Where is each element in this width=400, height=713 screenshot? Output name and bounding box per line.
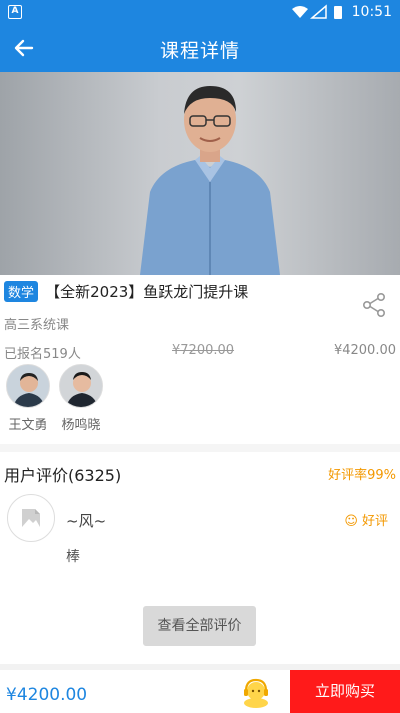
good-rating-rate: 好评率99% — [328, 468, 396, 483]
subject-tag: 数学 — [4, 281, 39, 302]
instructor-photo — [140, 86, 280, 275]
view-all-reviews-button[interactable]: 查看全部评价 — [143, 606, 256, 646]
app-notification-icon: A — [8, 5, 22, 19]
original-price: ¥7200.00 — [172, 343, 235, 358]
course-title: 【全新2023】鱼跃龙门提升课 — [45, 283, 249, 301]
course-subtitle: 高三系统课 — [4, 318, 70, 333]
clock: 10:51 — [351, 4, 392, 20]
teacher-avatar — [6, 364, 50, 408]
teacher-name: 王文勇 — [8, 418, 48, 433]
signal-icon — [309, 4, 327, 19]
page-title: 课程详情 — [159, 40, 240, 62]
teacher-avatar — [59, 364, 103, 408]
customer-service-icon[interactable] — [241, 676, 271, 708]
reviewer-name: ~风~ — [66, 512, 107, 530]
reviews-heading: 用户评价(6325) — [4, 466, 122, 485]
section-divider — [0, 444, 400, 452]
reviewer-avatar — [7, 494, 55, 542]
wifi-icon — [292, 6, 308, 18]
review-text: 棒 — [66, 549, 80, 565]
status-icons — [292, 4, 342, 19]
teacher-card[interactable]: 王文勇 — [4, 364, 52, 433]
bottom-price: ¥4200.00 — [6, 685, 88, 705]
teacher-card[interactable]: 杨鸣晓 — [57, 364, 105, 433]
current-price: ¥4200.00 — [333, 343, 396, 358]
battery-icon — [334, 6, 342, 19]
course-cover-image — [0, 72, 400, 275]
share-icon[interactable] — [360, 291, 388, 319]
image-placeholder-icon — [22, 509, 40, 527]
review-rating-label: ☺ 好评 — [344, 514, 388, 529]
teacher-name: 杨鸣晓 — [61, 418, 101, 433]
status-bar: A 10:51 — [0, 0, 400, 24]
course-title-row: 数学 【全新2023】鱼跃龙门提升课 — [4, 281, 248, 303]
buy-now-button[interactable]: 立即购买 — [290, 670, 400, 713]
enrolled-count: 已报名519人 — [4, 347, 81, 362]
top-navigation-bar: 课程详情 — [0, 24, 400, 72]
